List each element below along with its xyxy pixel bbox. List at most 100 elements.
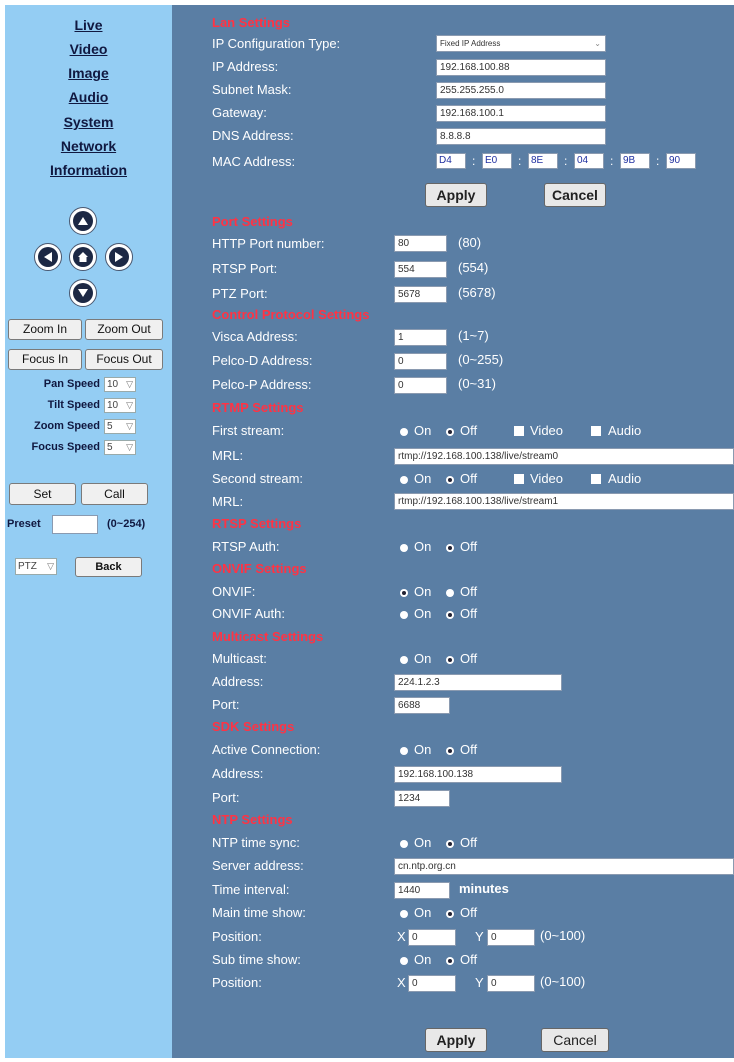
second-stream-label: Second stream: bbox=[212, 471, 304, 486]
focus-speed-select[interactable]: 5 ▽ bbox=[104, 440, 136, 455]
rtsp-port-input[interactable]: 554 bbox=[394, 261, 447, 278]
subnet-mask-input[interactable]: 255.255.255.0 bbox=[436, 82, 606, 99]
focus-out-button[interactable]: Focus Out bbox=[85, 349, 163, 370]
pan-speed-select[interactable]: 10 ▽ bbox=[104, 377, 136, 392]
mac-octet-5[interactable]: 9B bbox=[620, 153, 650, 169]
ntp-sync-off-radio[interactable] bbox=[446, 840, 454, 848]
nav-information[interactable]: Information bbox=[5, 162, 172, 178]
onvif-auth-off-radio[interactable] bbox=[446, 611, 454, 619]
zoom-out-button[interactable]: Zoom Out bbox=[85, 319, 163, 340]
mac-octet-2[interactable]: E0 bbox=[482, 153, 512, 169]
settings-panel: Lan Settings IP Configuration Type: Fixe… bbox=[172, 5, 734, 1058]
ntp-interval-input[interactable]: 1440 bbox=[394, 882, 450, 899]
ntp-server-input[interactable]: cn.ntp.org.cn bbox=[394, 858, 734, 875]
nav-video[interactable]: Video bbox=[5, 41, 172, 57]
second-stream-audio-checkbox[interactable] bbox=[591, 474, 601, 484]
sdk-port-input[interactable]: 1234 bbox=[394, 790, 450, 807]
gateway-input[interactable]: 192.168.100.1 bbox=[436, 105, 606, 122]
pan-up-button[interactable] bbox=[69, 207, 97, 235]
section-title-onvif: ONVIF Settings bbox=[212, 561, 307, 576]
mac-separator: : bbox=[472, 154, 476, 168]
first-stream-video-checkbox[interactable] bbox=[514, 426, 524, 436]
sub-time-off-label: Off bbox=[460, 952, 478, 967]
ip-type-select[interactable]: Fixed IP Address ⌄ bbox=[436, 35, 606, 52]
nav-image[interactable]: Image bbox=[5, 65, 172, 81]
second-stream-on-radio[interactable] bbox=[400, 476, 408, 484]
active-connection-on-radio[interactable] bbox=[400, 747, 408, 755]
preset-label: Preset bbox=[7, 518, 41, 530]
pelco-d-address-input[interactable]: 0 bbox=[394, 353, 447, 370]
first-stream-audio-checkbox[interactable] bbox=[591, 426, 601, 436]
nav-network[interactable]: Network bbox=[5, 138, 172, 154]
lan-cancel-button[interactable]: Cancel bbox=[544, 183, 606, 207]
nav-audio[interactable]: Audio bbox=[5, 89, 172, 105]
second-stream-video-label: Video bbox=[530, 471, 564, 486]
dns-label: DNS Address: bbox=[212, 128, 294, 143]
visca-address-input[interactable]: 1 bbox=[394, 329, 447, 346]
sub-time-on-radio[interactable] bbox=[400, 957, 408, 965]
mac-octet-4[interactable]: 04 bbox=[574, 153, 604, 169]
sub-position-x-input[interactable]: 0 bbox=[408, 975, 456, 992]
mac-octet-3[interactable]: 8E bbox=[528, 153, 558, 169]
second-stream-off-radio[interactable] bbox=[446, 476, 454, 484]
pan-left-button[interactable] bbox=[34, 243, 62, 271]
nav-live[interactable]: Live bbox=[5, 17, 172, 33]
cancel-button[interactable]: Cancel bbox=[541, 1028, 609, 1052]
first-stream-off-radio[interactable] bbox=[446, 428, 454, 436]
pan-right-button[interactable] bbox=[105, 243, 133, 271]
rtsp-auth-on-radio[interactable] bbox=[400, 544, 408, 552]
dns-input[interactable]: 8.8.8.8 bbox=[436, 128, 606, 145]
second-stream-mrl-input[interactable]: rtmp://192.168.100.138/live/stream1 bbox=[394, 493, 734, 510]
preset-call-button[interactable]: Call bbox=[81, 483, 148, 505]
apply-button[interactable]: Apply bbox=[425, 1028, 487, 1052]
rtsp-auth-off-radio[interactable] bbox=[446, 544, 454, 552]
multicast-on-label: On bbox=[414, 651, 432, 666]
tilt-speed-select[interactable]: 10 ▽ bbox=[104, 398, 136, 413]
http-port-input[interactable]: 80 bbox=[394, 235, 447, 252]
preset-set-button[interactable]: Set bbox=[9, 483, 76, 505]
multicast-address-input[interactable]: 224.1.2.3 bbox=[394, 674, 562, 691]
multicast-port-input[interactable]: 6688 bbox=[394, 697, 450, 714]
zoom-speed-select[interactable]: 5 ▽ bbox=[104, 419, 136, 434]
ptz-port-input[interactable]: 5678 bbox=[394, 286, 447, 303]
active-connection-off-radio[interactable] bbox=[446, 747, 454, 755]
main-time-on-radio[interactable] bbox=[400, 910, 408, 918]
lan-apply-button[interactable]: Apply bbox=[425, 183, 487, 207]
pelco-p-address-input[interactable]: 0 bbox=[394, 377, 447, 394]
mac-octet-6[interactable]: 90 bbox=[666, 153, 696, 169]
rtsp-port-label: RTSP Port: bbox=[212, 261, 278, 276]
pan-down-button[interactable] bbox=[69, 279, 97, 307]
back-button[interactable]: Back bbox=[75, 557, 142, 577]
main-position-x-input[interactable]: 0 bbox=[408, 929, 456, 946]
zoom-in-button[interactable]: Zoom In bbox=[8, 319, 82, 340]
onvif-auth-on-radio[interactable] bbox=[400, 611, 408, 619]
onvif-off-radio[interactable] bbox=[446, 589, 454, 597]
chevron-down-icon: ▽ bbox=[126, 442, 133, 452]
sub-time-off-radio[interactable] bbox=[446, 957, 454, 965]
ntp-interval-label: Time interval: bbox=[212, 882, 290, 897]
first-stream-mrl-input[interactable]: rtmp://192.168.100.138/live/stream0 bbox=[394, 448, 734, 465]
multicast-on-radio[interactable] bbox=[400, 656, 408, 664]
ntp-sync-label: NTP time sync: bbox=[212, 835, 300, 850]
first-stream-on-radio[interactable] bbox=[400, 428, 408, 436]
onvif-on-radio[interactable] bbox=[400, 589, 408, 597]
main-time-off-radio[interactable] bbox=[446, 910, 454, 918]
focus-in-button[interactable]: Focus In bbox=[8, 349, 82, 370]
main-position-y-input[interactable]: 0 bbox=[487, 929, 535, 946]
mode-select[interactable]: PTZ ▽ bbox=[15, 558, 57, 575]
mrl-label: MRL: bbox=[212, 448, 244, 463]
home-button[interactable] bbox=[69, 243, 97, 271]
first-stream-video-label: Video bbox=[530, 423, 564, 438]
ip-address-input[interactable]: 192.168.100.88 bbox=[436, 59, 606, 76]
sub-position-y-input[interactable]: 0 bbox=[487, 975, 535, 992]
main-position-range: (0~100) bbox=[540, 928, 586, 943]
rtsp-port-hint: (554) bbox=[458, 260, 489, 275]
preset-input[interactable] bbox=[52, 515, 98, 534]
mac-octet-1[interactable]: D4 bbox=[436, 153, 466, 169]
nav-system[interactable]: System bbox=[5, 114, 172, 130]
multicast-off-radio[interactable] bbox=[446, 656, 454, 664]
sdk-address-input[interactable]: 192.168.100.138 bbox=[394, 766, 562, 783]
ntp-sync-on-radio[interactable] bbox=[400, 840, 408, 848]
multicast-off-label: Off bbox=[460, 651, 478, 666]
second-stream-video-checkbox[interactable] bbox=[514, 474, 524, 484]
